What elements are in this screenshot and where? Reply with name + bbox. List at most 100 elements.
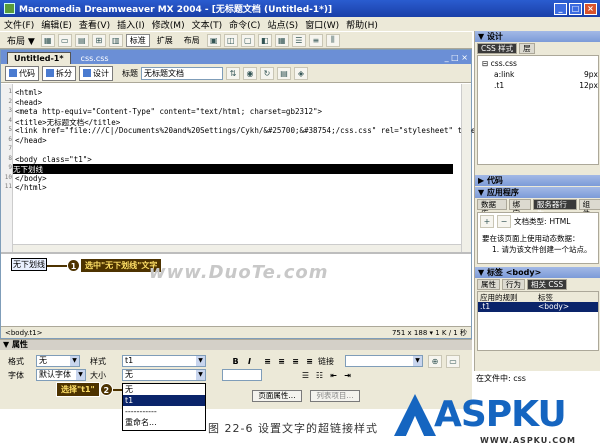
file-management-icon[interactable]: ⇅ — [226, 66, 240, 80]
list-item-button[interactable]: 列表项目... — [310, 390, 360, 402]
tab-layers[interactable]: 层 — [519, 43, 535, 54]
code-line[interactable]: <title>无标题文档</title> — [15, 117, 120, 127]
frame-icon[interactable]: ▤ — [74, 33, 89, 47]
page-properties-button[interactable]: 页面属性... — [252, 390, 302, 402]
tab-components[interactable]: 组件 — [578, 199, 600, 218]
size-select[interactable]: 无 ▼ — [122, 369, 206, 381]
italic-button[interactable]: I — [244, 356, 255, 367]
link-input[interactable]: ▼ — [345, 355, 423, 367]
point-to-file-icon[interactable]: ⊕ — [428, 355, 442, 368]
menu-site[interactable]: 站点(S) — [267, 18, 298, 31]
code-line[interactable]: <body class="t1"> — [15, 155, 92, 165]
selected-text[interactable]: 无下划线 — [11, 258, 47, 271]
insert-column-icon[interactable]: ⫼ — [325, 33, 340, 47]
text-color-input[interactable] — [222, 369, 262, 381]
code-line[interactable]: </body> — [15, 174, 47, 184]
outdent-icon[interactable]: ⇤ — [328, 370, 339, 381]
align-center-icon[interactable]: ≡ — [276, 356, 287, 367]
split-view-button[interactable]: 拆分 — [42, 65, 76, 81]
app-step[interactable]: 1. 请为该文件创建一个站点。 — [492, 244, 596, 255]
menu-text[interactable]: 文本(T) — [192, 18, 223, 31]
table-row-icon[interactable]: ☰ — [291, 33, 306, 47]
tab-untitled-1[interactable]: Untitled-1* — [7, 52, 71, 64]
properties-header[interactable]: ▼ 属性 — [0, 340, 472, 350]
css-row[interactable]: ⊟ css.css — [482, 59, 598, 68]
font-select[interactable]: 默认字体 ▼ — [36, 369, 86, 381]
bold-button[interactable]: B — [230, 356, 241, 367]
view-options-icon[interactable]: ▤ — [277, 66, 291, 80]
code-line[interactable]: <head> — [15, 98, 42, 108]
design-panel-header[interactable]: ▼ 设计 — [475, 31, 600, 42]
design-view-button[interactable]: 设计 — [79, 65, 113, 81]
menu-modify[interactable]: 修改(M) — [152, 18, 185, 31]
menu-window[interactable]: 窗口(W) — [305, 18, 339, 31]
tab-css-css[interactable]: css.css — [75, 53, 115, 64]
menu-commands[interactable]: 命令(C) — [229, 18, 260, 31]
code-line[interactable]: <link href="file:///C|/Documents%20and%2… — [15, 126, 476, 136]
refresh-icon[interactable]: ↻ — [260, 66, 274, 80]
tab-bindings[interactable]: 绑定 — [508, 199, 531, 218]
vertical-scrollbar[interactable] — [461, 84, 471, 252]
insert-category-dropdown[interactable]: 布局 ▼ — [4, 34, 38, 47]
minimize-button[interactable]: _ — [554, 2, 567, 15]
dropdown-option-rename[interactable]: 重命名... — [123, 417, 205, 428]
dropdown-option-t1[interactable]: t1 — [123, 395, 205, 406]
visual-aids-icon[interactable]: ◈ — [294, 66, 308, 80]
css-row[interactable]: .t1 12px — [494, 81, 598, 90]
menu-edit[interactable]: 编辑(E) — [41, 18, 72, 31]
application-panel-header[interactable]: ▼ 应用程序 — [475, 187, 600, 198]
preview-in-browser-icon[interactable]: ◉ — [243, 66, 257, 80]
horizontal-scrollbar[interactable] — [13, 244, 461, 252]
add-behavior-icon[interactable]: + — [480, 215, 494, 228]
layer-icon[interactable]: ▭ — [57, 33, 72, 47]
table-row[interactable]: .t1 <body> — [478, 302, 598, 312]
indent-icon[interactable]: ⇥ — [342, 370, 353, 381]
close-document-icon[interactable]: _ □ × — [445, 53, 471, 62]
tab-css-styles[interactable]: CSS 样式 — [477, 43, 518, 54]
tag-selector[interactable]: <body.t1> — [5, 329, 42, 337]
css-row[interactable]: a:link 9px — [494, 70, 598, 79]
tab-expanded[interactable]: 扩展 — [153, 34, 177, 47]
code-panel-header[interactable]: ▶ 代码 — [475, 175, 600, 186]
format-select[interactable]: 无 ▼ — [36, 355, 80, 367]
grid-icon[interactable]: ⊞ — [91, 33, 106, 47]
tab-attributes[interactable]: 属性 — [477, 279, 500, 290]
layout-frame-icon[interactable]: ▢ — [240, 33, 255, 47]
align-left-icon[interactable]: ≡ — [262, 356, 273, 367]
menu-view[interactable]: 查看(V) — [79, 18, 110, 31]
frames-icon[interactable]: ▦ — [274, 33, 289, 47]
maximize-button[interactable]: □ — [569, 2, 582, 15]
insert-row-icon[interactable]: ≡ — [308, 33, 323, 47]
split-frame-icon[interactable]: ◧ — [257, 33, 272, 47]
justify-icon[interactable]: ≡ — [304, 356, 315, 367]
tab-behaviors[interactable]: 行为 — [502, 279, 525, 290]
close-button[interactable]: × — [584, 2, 597, 15]
tab-databases[interactable]: 数据库 — [477, 199, 507, 218]
tab-standard[interactable]: 标准 — [125, 33, 150, 47]
align-right-icon[interactable]: ≡ — [290, 356, 301, 367]
tab-server-behaviors[interactable]: 服务器行为 — [532, 199, 577, 218]
code-view[interactable]: 1 <html> 2 <head> 3 <meta http-equiv="Content… — [1, 84, 476, 254]
tab-relevant-css[interactable]: 相关 CSS — [527, 279, 568, 290]
style-select[interactable]: t1 ▼ — [122, 355, 206, 367]
code-line[interactable]: </html> — [15, 183, 47, 193]
remove-behavior-icon[interactable]: − — [497, 215, 511, 228]
tag-panel-header[interactable]: ▼ 标签 <body> — [475, 267, 600, 278]
unordered-list-icon[interactable]: ☰ — [300, 370, 311, 381]
code-view-button[interactable]: 代码 — [5, 65, 39, 81]
column-icon[interactable]: ▥ — [108, 33, 123, 47]
code-line[interactable]: </head> — [15, 136, 47, 146]
code-line[interactable]: 无下划线 — [13, 164, 453, 174]
page-title-input[interactable]: 无标题文档 — [141, 66, 223, 80]
ordered-list-icon[interactable]: ☷ — [314, 370, 325, 381]
code-line[interactable]: <html> — [15, 88, 42, 98]
design-view[interactable]: 无下划线 1 选中"无下划线"文字 www.DuoTe.com — [1, 256, 471, 324]
browse-folder-icon[interactable]: ▭ — [446, 355, 460, 368]
code-line[interactable]: <meta http-equiv="Content-Type" content=… — [15, 107, 322, 117]
menu-file[interactable]: 文件(F) — [4, 18, 34, 31]
tab-layout[interactable]: 布局 — [180, 34, 204, 47]
draw-layout-table-icon[interactable]: ▣ — [206, 33, 221, 47]
menu-help[interactable]: 帮助(H) — [346, 18, 378, 31]
draw-layout-cell-icon[interactable]: ◫ — [223, 33, 238, 47]
menu-insert[interactable]: 插入(I) — [117, 18, 145, 31]
